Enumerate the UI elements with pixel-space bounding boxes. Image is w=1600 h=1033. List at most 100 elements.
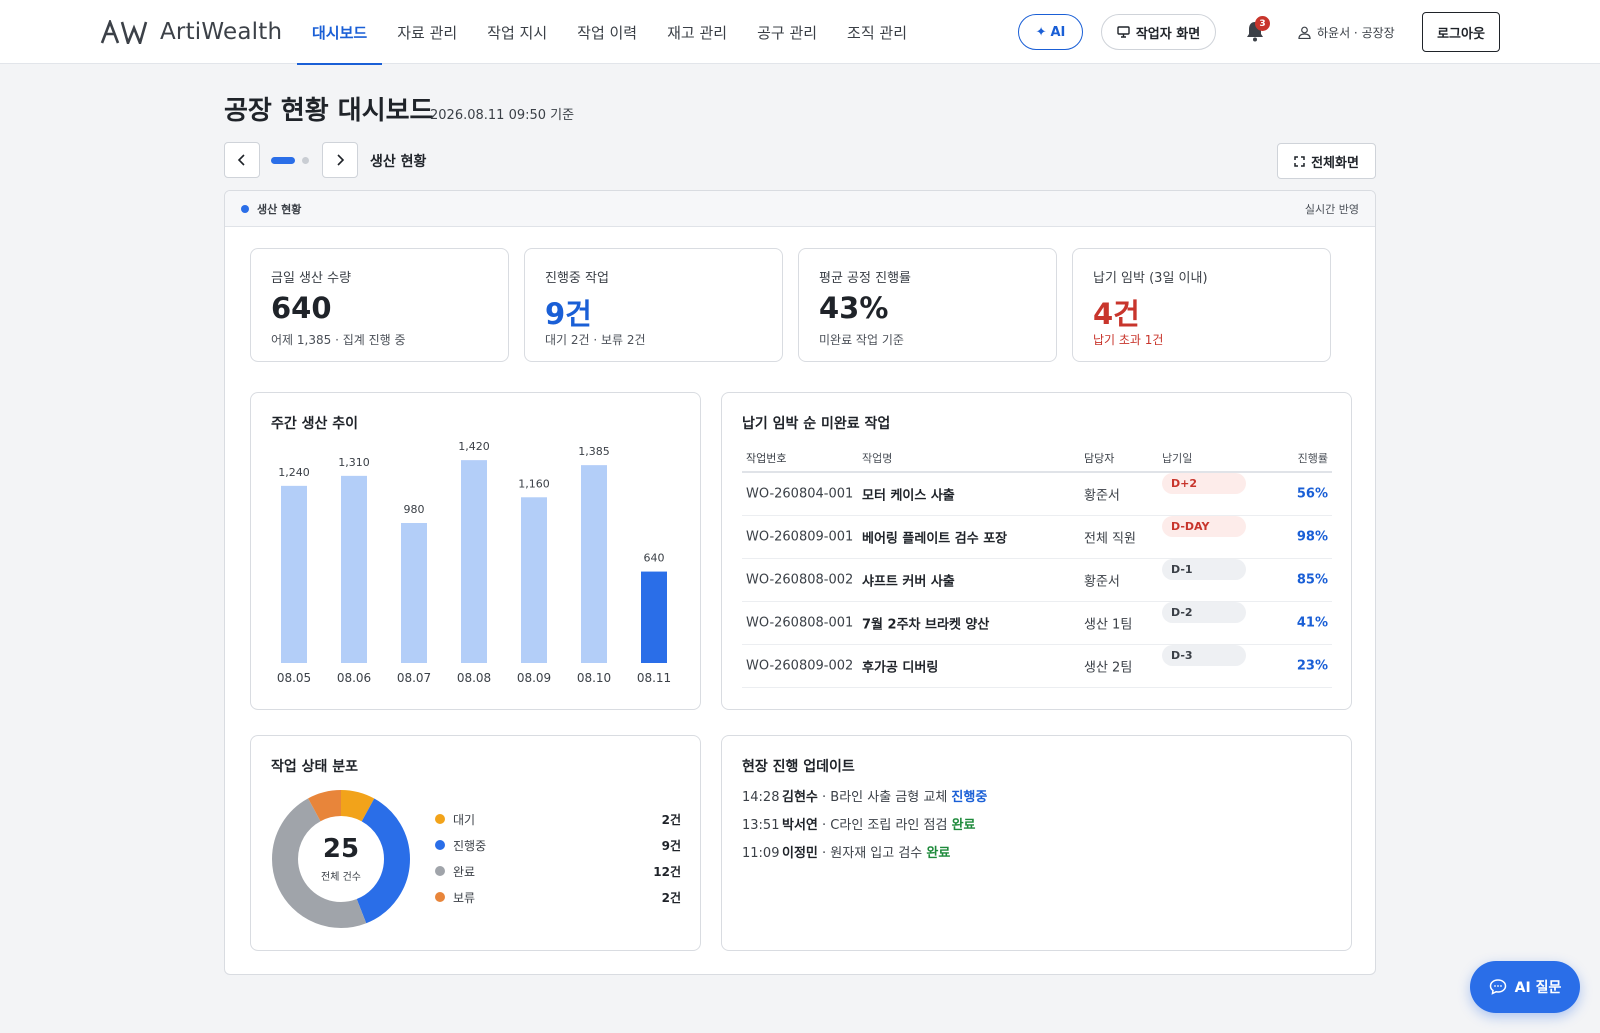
bar-08.06[interactable]: [341, 475, 367, 663]
legend-item: 보류 2건: [435, 887, 681, 907]
bar-value-label: 1,240: [278, 466, 310, 479]
due-cell: D-3: [1162, 645, 1246, 677]
main-nav: 대시보드 자료 관리 작업 지시 작업 이력 재고 관리 공구 관리 조직 관리: [297, 0, 922, 65]
worker-screen-button[interactable]: 작업자 화면: [1101, 14, 1216, 50]
panel-label: 생산 현황: [257, 203, 302, 216]
status-legend: 대기 2건 진행중 9건 완료 12건 보류 2건: [435, 809, 681, 919]
order-id: WO-260808-002: [746, 572, 854, 588]
x-tick-label: 08.10: [577, 671, 611, 685]
table-row[interactable]: WO-260808-002 샤프트 커버 사출 황준서 D-1 85%: [742, 559, 1332, 602]
update-text: · C라인 조립 라인 점검: [817, 818, 952, 833]
table-row[interactable]: WO-260809-001 베어링 플레이트 검수 포장 전체 직원 D-DAY 98%: [742, 516, 1332, 559]
x-tick-label: 08.11: [637, 671, 671, 685]
bar-08.07[interactable]: [401, 522, 427, 663]
order-progress: 56%: [1296, 486, 1328, 502]
table-row[interactable]: WO-260809-002 후가공 디버링 생산 2팀 D-3 23%: [742, 645, 1332, 688]
status-dist-title: 작업 상태 분포: [271, 759, 359, 775]
order-name: 7월 2주차 브라켓 양산: [862, 617, 990, 633]
due-badge: D-DAY: [1162, 516, 1246, 537]
legend-swatch: [435, 814, 445, 824]
x-tick-label: 08.05: [277, 671, 311, 685]
slide-indicator-active[interactable]: [271, 157, 295, 164]
bar-value-label: 640: [644, 552, 665, 565]
update-status: 진행중: [951, 790, 988, 805]
fullscreen-label: 전체화면: [1311, 155, 1359, 171]
nav-item-3[interactable]: 작업 이력: [562, 0, 652, 64]
kpi-value: 9건: [545, 297, 592, 331]
kpi-card: 평균 공정 진행률 43% 미완료 작업 기준: [798, 248, 1057, 362]
update-item: 14:28 김현수 · B라인 사출 금형 교체 진행중: [742, 786, 987, 806]
update-time: 13:51: [742, 818, 780, 833]
x-tick-label: 08.09: [517, 671, 551, 685]
slide-indicator[interactable]: [302, 157, 309, 164]
chevron-left-icon: [237, 154, 245, 166]
ai-button[interactable]: ✦ AI: [1018, 14, 1083, 50]
legend-label: 완료: [453, 865, 476, 879]
table-row[interactable]: WO-260808-001 7월 2주차 브라켓 양산 생산 1팀 D-2 41%: [742, 602, 1332, 645]
ai-button-label: AI: [1050, 24, 1066, 40]
legend-label: 보류: [453, 891, 476, 905]
prev-slide-button[interactable]: [224, 142, 260, 178]
bar-08.05[interactable]: [281, 485, 307, 663]
col-header-owner: 담당자: [1084, 452, 1115, 465]
legend-swatch: [435, 892, 445, 902]
order-progress: 23%: [1296, 658, 1328, 674]
kpi-value: 4건: [1093, 297, 1140, 331]
update-status: 완료: [951, 818, 976, 833]
due-badge: D-1: [1162, 559, 1246, 580]
order-owner: 황준서: [1084, 488, 1120, 504]
kpi-subtext: 대기 2건 · 보류 2건: [545, 333, 646, 347]
nav-item-4[interactable]: 재고 관리: [652, 0, 742, 64]
table-row[interactable]: WO-260804-001 모터 케이스 사출 황준서 D+2 56%: [742, 473, 1332, 516]
due-cell: D-DAY: [1162, 516, 1246, 548]
col-header-due: 납기일: [1162, 452, 1193, 465]
donut-total: 25: [322, 834, 360, 864]
col-header-progress: 진행률: [1297, 452, 1328, 465]
next-slide-button[interactable]: [322, 142, 358, 178]
update-text: · B라인 사출 금형 교체: [817, 790, 952, 805]
nav-item-1[interactable]: 자료 관리: [382, 0, 472, 64]
nav-item-5[interactable]: 공구 관리: [742, 0, 832, 64]
orders-title: 납기 임박 순 미완료 작업: [742, 416, 891, 432]
x-tick-label: 08.08: [457, 671, 491, 685]
app-logo[interactable]: ArtiWealth: [100, 18, 282, 46]
bar-08.10[interactable]: [581, 465, 607, 663]
legend-count: 2건: [661, 891, 681, 905]
update-worker: 이정민: [782, 846, 818, 861]
order-owner: 전체 직원: [1084, 531, 1136, 547]
order-id: WO-260808-001: [746, 615, 854, 631]
status-distribution-card: 작업 상태 분포 25 전체 건수 대기 2건 진행중 9건 완료 12건 보류 2건: [250, 735, 701, 951]
kpi-value: 640: [271, 291, 332, 325]
order-owner: 생산 1팀: [1084, 617, 1133, 633]
top-navigation-bar: ArtiWealth 대시보드 자료 관리 작업 지시 작업 이력 재고 관리 공구 관리…: [0, 0, 1600, 65]
nav-item-2[interactable]: 작업 지시: [472, 0, 562, 64]
order-id: WO-260804-001: [746, 486, 854, 502]
legend-label: 대기: [453, 813, 476, 827]
bar-08.08[interactable]: [461, 460, 487, 663]
fullscreen-button[interactable]: 전체화면: [1277, 143, 1376, 179]
order-name: 베어링 플레이트 검수 포장: [862, 531, 1008, 547]
ai-question-button[interactable]: AI 질문: [1470, 961, 1580, 1013]
update-time: 11:09: [742, 846, 780, 861]
bar-08.09[interactable]: [521, 497, 547, 663]
bar-08.11[interactable]: [641, 571, 667, 663]
user-menu[interactable]: 하윤서 · 공장장: [1298, 22, 1395, 42]
kpi-subtext: 미완료 작업 기준: [819, 333, 904, 347]
order-progress: 85%: [1296, 572, 1328, 588]
panel-header: 생산 현황 실시간 반영: [225, 191, 1375, 227]
update-text: · 원자재 입고 검수: [817, 846, 927, 861]
bar-value-label: 1,420: [458, 440, 490, 453]
urgent-orders-card: 납기 임박 순 미완료 작업 작업번호 작업명 담당자 납기일 진행률 WO-2…: [721, 392, 1352, 710]
nav-item-6[interactable]: 조직 관리: [832, 0, 922, 64]
due-badge: D-3: [1162, 645, 1246, 666]
orders-table: 작업번호 작업명 담당자 납기일 진행률 WO-260804-001 모터 케이스…: [742, 445, 1332, 688]
logout-button[interactable]: 로그아웃: [1422, 12, 1500, 52]
kpi-card: 금일 생산 수량 640 어제 1,385 · 집계 진행 중: [250, 248, 509, 362]
due-badge: D+2: [1162, 473, 1246, 494]
logo-text: ArtiWealth: [160, 19, 283, 45]
nav-item-0[interactable]: 대시보드: [297, 0, 383, 65]
legend-count: 9건: [661, 839, 681, 853]
kpi-label: 진행중 작업: [545, 271, 609, 286]
legend-item: 대기 2건: [435, 809, 681, 829]
weekly-production-chart: 1,240 08.05 1,310 08.06 980 08.07 1,420 08.08 1,…: [277, 440, 671, 685]
